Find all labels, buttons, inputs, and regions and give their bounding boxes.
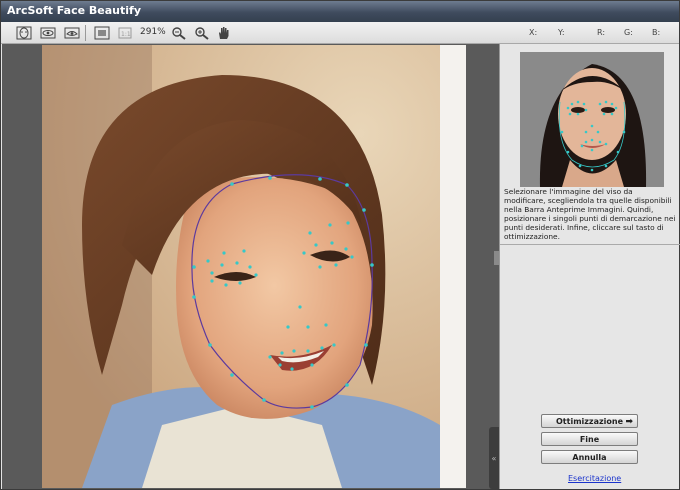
reference-face-thumbnail (520, 52, 664, 187)
app-window: ArcSoft Face Beautify 1:1 291% X: Y: R: … (0, 0, 680, 490)
zoom-out-icon[interactable] (170, 24, 188, 41)
title-bar: ArcSoft Face Beautify (1, 1, 679, 22)
coord-x-label: X: (529, 28, 538, 37)
window-title: ArcSoft Face Beautify (7, 4, 141, 17)
fit-screen-icon[interactable] (93, 24, 111, 41)
finish-button[interactable]: Fine (541, 432, 638, 446)
chevron-left-icon: « (491, 453, 497, 463)
cancel-button[interactable]: Annulla (541, 450, 638, 464)
eye-tool-icon[interactable] (39, 24, 57, 41)
tutorial-link[interactable]: Esercitazione (568, 474, 621, 483)
editing-canvas[interactable]: « (2, 44, 504, 489)
instructions-text: Selezionare l'immagine del viso da modif… (504, 187, 676, 241)
collapse-panel-tab[interactable]: « (489, 427, 499, 489)
face-detect-icon[interactable] (15, 24, 33, 41)
toolbar-separator (85, 25, 86, 41)
face-photo[interactable] (42, 45, 440, 488)
finish-button-label: Fine (579, 434, 600, 444)
color-r-label: R: (597, 28, 606, 37)
zoom-in-icon[interactable] (193, 24, 211, 41)
hand-pan-icon[interactable] (215, 24, 233, 41)
toolbar: 1:1 291% X: Y: R: G: B: (1, 22, 679, 44)
optimize-button-label: Ottimizzazione (556, 416, 623, 426)
arrow-right-icon: ➡ (625, 417, 633, 427)
color-g-label: G: (624, 28, 633, 37)
actual-size-icon[interactable]: 1:1 (116, 24, 134, 41)
zoom-level: 291% (140, 27, 166, 37)
divider (500, 244, 680, 245)
photo-frame (42, 45, 504, 488)
optimize-button[interactable]: Ottimizzazione ➡ (541, 414, 638, 428)
cancel-button-label: Annulla (572, 452, 607, 462)
eye-tool-2-icon[interactable] (63, 24, 81, 41)
svg-text:1:1: 1:1 (121, 31, 131, 38)
side-panel: Selezionare l'immagine del viso da modif… (499, 44, 680, 489)
coord-y-label: Y: (558, 28, 565, 37)
color-b-label: B: (652, 28, 661, 37)
